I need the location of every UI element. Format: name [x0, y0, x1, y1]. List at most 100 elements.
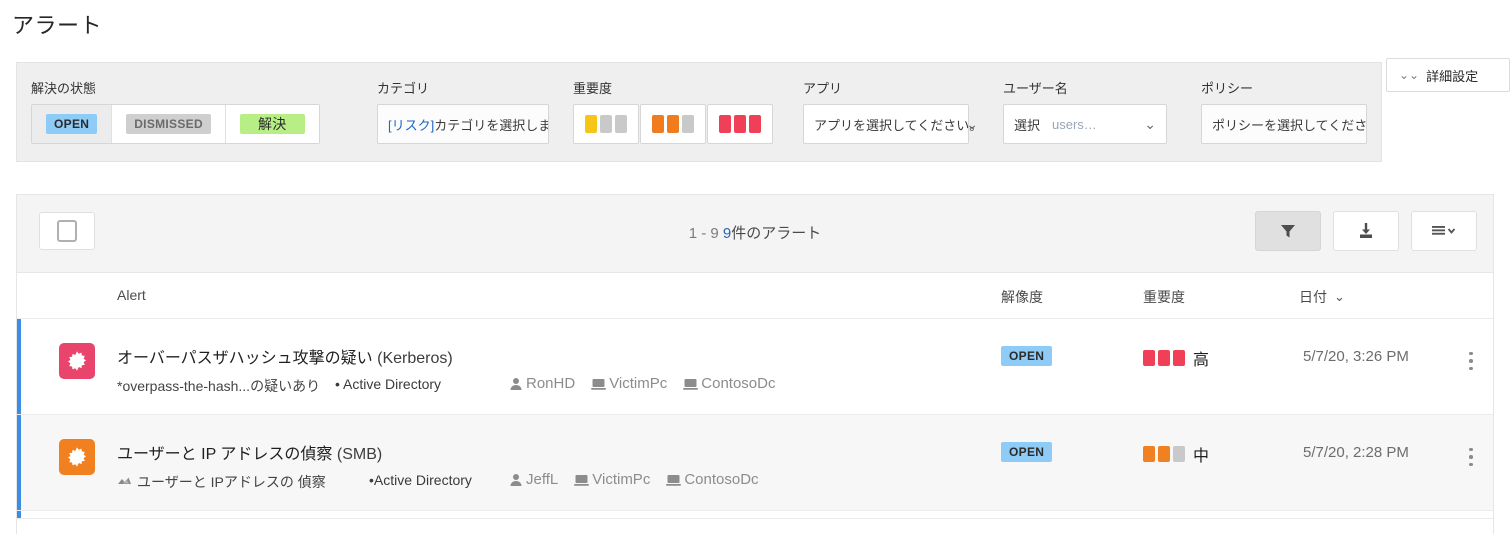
entity-computer[interactable]: VictimPc — [574, 471, 650, 488]
entity-name: VictimPc — [609, 375, 668, 392]
status-badge-label: OPEN — [1001, 442, 1053, 462]
results-card: 1 - 9 9件のアラート Alert 解像度 重要度 日付 ⌄ オーバーパスザ… — [16, 194, 1494, 534]
app-select-value: アプリを選択してください。 — [814, 117, 983, 133]
filter-bar: 解決の状態 OPEN DISMISSED 解決 カテゴリ [リスク] カテゴリを… — [16, 62, 1382, 162]
filter-icon — [1281, 225, 1295, 238]
alert-title-main: オーバーパスザハッシュ攻撃の疑い — [117, 350, 373, 367]
severity-medium-button[interactable] — [640, 104, 706, 144]
filter-severity-label: 重要度 — [573, 81, 613, 96]
status-badge: OPEN — [1001, 346, 1053, 366]
status-badge: OPEN — [1001, 442, 1053, 462]
row-actions-menu[interactable] — [1461, 343, 1481, 379]
computer-icon — [574, 474, 590, 486]
alert-title[interactable]: ユーザーと IP アドレスの偵察 (SMB) — [117, 440, 382, 464]
page-title: アラート — [12, 13, 103, 38]
alert-title-main: ユーザーと IP アドレスの偵察 — [117, 446, 333, 463]
export-button[interactable] — [1333, 211, 1399, 251]
entity-user[interactable]: RonHD — [509, 375, 575, 392]
filter-button[interactable] — [1255, 211, 1321, 251]
chevron-double-down-icon: ⌄⌄ — [1399, 68, 1420, 82]
user-icon — [510, 377, 522, 390]
alert-source: • Active Directory — [335, 376, 442, 392]
alert-title-suffix: (SMB) — [336, 446, 383, 463]
chevron-down-icon: ⌄ — [966, 115, 978, 132]
filter-category-label: カテゴリ — [377, 81, 430, 96]
policy-placeholder: ポリシーを選択してください。 — [1212, 117, 1367, 133]
computer-icon — [683, 378, 699, 390]
entity-computer[interactable]: ContosoDc — [683, 375, 775, 392]
list-options-icon — [1432, 226, 1456, 235]
category-select-input[interactable]: [リスク] カテゴリを選択します。… — [377, 104, 549, 144]
alert-subtitle: ユーザーと IPアドレスの 偵察 — [117, 472, 326, 492]
severity-cell: 高 — [1143, 346, 1209, 370]
alert-date: 5/7/20, 3:26 PM — [1303, 348, 1409, 365]
severity-label: 高 — [1193, 352, 1210, 369]
alert-subtitle-text: ユーザーと IPアドレスの 偵察 — [137, 474, 326, 490]
status-badge-label: OPEN — [1001, 346, 1053, 366]
count-to: 9 — [710, 225, 719, 242]
category-value-prefix: [リスク] — [388, 117, 435, 133]
filter-policy: ポリシー ポリシーを選択してください。 — [1201, 81, 1367, 144]
column-header-date[interactable]: 日付 ⌄ — [1299, 287, 1345, 307]
table-row-partial[interactable] — [17, 511, 1493, 519]
filter-policy-label: ポリシー — [1201, 81, 1254, 96]
alerts-page: アラート 解決の状態 OPEN DISMISSED 解決 カテゴリ [リスク] … — [0, 0, 1510, 534]
column-header-resolution: 解像度 — [1001, 289, 1043, 305]
app-select[interactable]: アプリを選択してください。 ⌄ — [803, 104, 982, 144]
count-total: 9 — [722, 225, 732, 242]
sunburst-icon — [68, 447, 86, 467]
alert-type-icon — [59, 439, 95, 475]
severity-buttons — [573, 104, 774, 144]
filter-app: アプリ アプリを選択してください。 ⌄ — [803, 81, 982, 144]
severity-high-button[interactable] — [707, 104, 773, 144]
entity-name: JeffL — [526, 471, 559, 488]
entity-name: RonHD — [526, 375, 576, 392]
alert-source: •Active Directory — [369, 472, 472, 488]
filter-username: ユーザー名 選択 users… ⌄ — [1003, 81, 1167, 144]
severity-cell: 中 — [1143, 442, 1209, 466]
entity-name: ContosoDc — [684, 471, 759, 488]
table-row[interactable]: オーバーパスザハッシュ攻撃の疑い (Kerberos) *overpass-th… — [17, 319, 1493, 415]
column-header-date-label: 日付 — [1299, 289, 1327, 305]
results-toolbar: 1 - 9 9件のアラート — [17, 195, 1493, 273]
resolution-option-dismissed[interactable]: DISMISSED — [112, 105, 226, 143]
severity-low-button[interactable] — [573, 104, 639, 144]
alert-date: 5/7/20, 2:28 PM — [1303, 444, 1409, 461]
filter-app-label: アプリ — [803, 81, 843, 96]
row-accent-bar — [17, 415, 21, 510]
recon-icon — [117, 475, 132, 490]
resolution-segmented-control[interactable]: OPEN DISMISSED 解決 — [31, 104, 320, 144]
entity-name: ContosoDc — [701, 375, 776, 392]
row-actions-menu[interactable] — [1461, 439, 1481, 475]
entity-computer[interactable]: ContosoDc — [666, 471, 759, 488]
policy-select-input[interactable]: ポリシーを選択してください。 — [1201, 104, 1367, 144]
table-row[interactable]: ユーザーと IP アドレスの偵察 (SMB) ユーザーと IPアドレスの 偵察 … — [17, 415, 1493, 511]
severity-bars — [1143, 350, 1185, 366]
alert-title[interactable]: オーバーパスザハッシュ攻撃の疑い (Kerberos) — [117, 344, 453, 368]
filter-severity: 重要度 — [573, 81, 774, 144]
column-header-alert: Alert — [117, 287, 146, 303]
category-value-rest: カテゴリを選択します。… — [434, 117, 549, 133]
chevron-down-icon: ⌄ — [1334, 289, 1345, 304]
advanced-settings-label: 詳細設定 — [1426, 68, 1479, 84]
advanced-settings-button[interactable]: ⌄⌄ 詳細設定 — [1386, 58, 1510, 92]
list-options-button[interactable] — [1411, 211, 1477, 251]
filter-category: カテゴリ [リスク] カテゴリを選択します。… — [377, 81, 549, 144]
resolution-option-open[interactable]: OPEN — [32, 105, 113, 143]
resolution-option-resolved[interactable]: 解決 — [225, 105, 319, 143]
count-suffix: 件のアラート — [731, 225, 822, 242]
row-accent-bar — [17, 319, 21, 414]
user-icon — [510, 473, 522, 486]
filter-resolution-label: 解決の状態 — [31, 81, 97, 96]
computer-icon — [591, 378, 607, 390]
username-select[interactable]: 選択 users… ⌄ — [1003, 104, 1167, 144]
entity-user[interactable]: JeffL — [509, 471, 558, 488]
resolved-badge: 解決 — [239, 114, 305, 134]
alert-subtitle-text: *overpass-the-hash...の疑いあり — [117, 378, 321, 394]
column-headers: Alert 解像度 重要度 日付 ⌄ — [17, 273, 1493, 319]
open-badge: OPEN — [46, 114, 98, 134]
filter-resolution-status: 解決の状態 OPEN DISMISSED 解決 — [31, 81, 320, 144]
entity-computer[interactable]: VictimPc — [591, 375, 667, 392]
dismissed-badge: DISMISSED — [126, 114, 211, 134]
computer-icon — [666, 474, 682, 486]
